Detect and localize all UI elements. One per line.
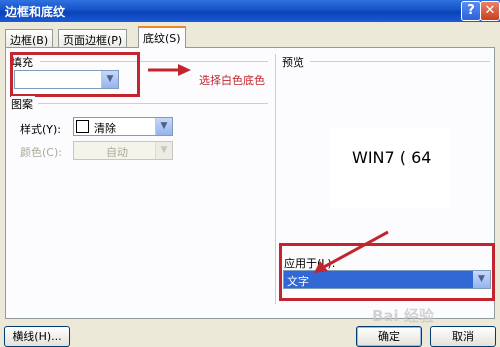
tab-shading[interactable]: 底纹(S)	[138, 26, 186, 48]
title-bar: 边框和底纹 ? ✕	[0, 0, 500, 22]
pattern-label: 图案	[11, 96, 35, 112]
style-value: 清除	[94, 122, 116, 135]
clear-swatch	[76, 120, 89, 133]
chevron-down-icon[interactable]: ▼	[155, 142, 172, 159]
chevron-down-icon[interactable]: ▼	[155, 118, 172, 135]
red-arrow-icon	[148, 64, 191, 76]
pattern-group-line	[38, 103, 268, 104]
preview-divider	[275, 54, 276, 304]
annotation-text: 选择白色底色	[199, 74, 265, 87]
cancel-button[interactable]: 取消	[430, 326, 496, 347]
fill-highlight-box	[10, 52, 140, 97]
close-button[interactable]: ✕	[480, 1, 500, 21]
window-title: 边框和底纹	[5, 5, 66, 19]
pattern-color-value: 自动	[106, 146, 128, 159]
preview-area	[330, 128, 450, 208]
preview-sample-text: WIN7 ( 64	[352, 148, 432, 167]
ok-button[interactable]: 确定	[356, 326, 422, 347]
help-button[interactable]: ?	[461, 1, 481, 21]
tab-page-border[interactable]: 页面边框(P)	[58, 29, 128, 47]
preview-group-line	[310, 61, 490, 62]
preview-label: 预览	[282, 54, 306, 70]
horizontal-line-button[interactable]: 横线(H)...	[4, 326, 70, 347]
watermark: Bai 经验	[372, 307, 434, 325]
style-dropdown[interactable]: 清除 ▼	[73, 117, 173, 136]
color-label: 颜色(C):	[20, 146, 62, 159]
tab-borders[interactable]: 边框(B)	[5, 29, 54, 47]
style-label: 样式(Y):	[20, 123, 62, 136]
red-arrow-icon	[314, 230, 389, 273]
pattern-color-dropdown[interactable]: 自动 ▼	[73, 141, 173, 160]
